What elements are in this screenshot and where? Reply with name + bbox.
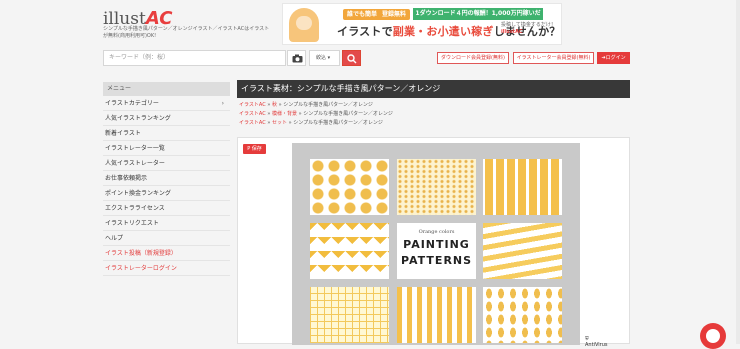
sidebar-item-login[interactable]: イラストレーターログイン bbox=[103, 261, 230, 276]
sidebar-item-illustrators[interactable]: イラストレーター一覧 bbox=[103, 141, 230, 156]
breadcrumb: イラストAC » 模様・背景 » シンプルな手描き風パターン／オレンジ bbox=[239, 111, 393, 117]
menu-heading: メニュー bbox=[103, 82, 230, 96]
camera-icon bbox=[292, 54, 303, 63]
sidebar-item-category[interactable]: イラストカテゴリー › bbox=[103, 96, 230, 111]
tagline: シンプルな手描き風パターン／オレンジイラスト／イラストACはイラスト が無料(商用… bbox=[103, 26, 270, 39]
sidebar-item-request[interactable]: イラストリクエスト bbox=[103, 216, 230, 231]
breadcrumb: イラストAC » 秋 » シンプルな手描き風パターン／オレンジ bbox=[239, 102, 373, 108]
antivirus-badge: ⛨ AntiVirus bbox=[585, 336, 608, 348]
save-button[interactable]: P 保存 bbox=[243, 144, 266, 154]
filter-select[interactable]: 絞込 ▾ bbox=[309, 50, 340, 66]
scrollbar[interactable] bbox=[736, 0, 740, 344]
art-title-line2: PATTERNS bbox=[400, 254, 473, 267]
pattern-tile bbox=[483, 287, 562, 343]
login-button[interactable]: ➜ログイン bbox=[597, 52, 630, 64]
breadcrumb-link[interactable]: イラストAC bbox=[239, 102, 266, 108]
banner-pill-easy: 誰でも簡単 bbox=[343, 9, 382, 20]
illustration-card: P 保存 Orange colors PAINTING PATTERNS ⛨ A… bbox=[237, 137, 630, 348]
breadcrumb-link[interactable]: イラストAC bbox=[239, 120, 266, 126]
sidebar-menu: メニュー イラストカテゴリー › 人気イラストランキング 新着イラスト イラストレ… bbox=[103, 82, 230, 276]
pattern-tile bbox=[310, 223, 389, 279]
download-signup-button[interactable]: ダウンロード会員登録(無料) bbox=[437, 52, 509, 64]
ad-banner[interactable]: 誰でも簡単 登録無料 1ダウンロード４円の報酬！1,000万円稼いだ人も! イラ… bbox=[282, 3, 562, 45]
sidebar-item-post[interactable]: イラスト投稿（新規登録） bbox=[103, 246, 230, 261]
sidebar-item-popular-illustrators[interactable]: 人気イラストレーター bbox=[103, 156, 230, 171]
art-title-line1: PAINTING bbox=[403, 238, 470, 251]
chevron-right-icon: › bbox=[221, 100, 224, 107]
site-header: illustAC シンプルな手描き風パターン／オレンジイラスト／イラストACはイ… bbox=[0, 0, 740, 72]
pin-icon: P bbox=[247, 146, 251, 152]
breadcrumb-link[interactable]: 秋 bbox=[272, 102, 277, 108]
banner-pill-free: 登録無料 bbox=[378, 9, 411, 20]
pattern-tile bbox=[397, 159, 476, 215]
chat-button[interactable] bbox=[700, 323, 726, 349]
main-content: イラスト素材：シンプルな手描き風パターン／オレンジ イラストAC » 秋 » シ… bbox=[237, 80, 630, 348]
pattern-tile bbox=[397, 287, 476, 343]
breadcrumb-link[interactable]: イラストAC bbox=[239, 111, 266, 117]
sidebar-item-jobs[interactable]: お仕事依頼掲示 bbox=[103, 171, 230, 186]
banner-side-text: 投稿して換金するだけ！ illustAC bbox=[501, 22, 556, 35]
search-icon bbox=[347, 54, 357, 64]
pattern-title-tile: Orange colors PAINTING PATTERNS bbox=[397, 223, 476, 279]
banner-illustration bbox=[289, 8, 319, 42]
breadcrumb-link[interactable]: セット bbox=[272, 120, 287, 126]
pattern-tile bbox=[310, 287, 389, 343]
search-button[interactable] bbox=[342, 50, 361, 66]
sidebar-item-new[interactable]: 新着イラスト bbox=[103, 126, 230, 141]
pattern-tile bbox=[483, 223, 562, 279]
pattern-tile bbox=[483, 159, 562, 215]
sidebar-item-license[interactable]: エクストラライセンス bbox=[103, 201, 230, 216]
camera-search-button[interactable] bbox=[287, 50, 306, 66]
sidebar-item-points[interactable]: ポイント換金ランキング bbox=[103, 186, 230, 201]
creator-signup-button[interactable]: イラストレーター会員登録(無料) bbox=[513, 52, 594, 64]
search-input[interactable]: キーワード（例：桜） bbox=[103, 50, 286, 66]
breadcrumb: イラストAC » セット » シンプルな手描き風パターン／オレンジ bbox=[239, 120, 383, 126]
illustration-preview[interactable]: Orange colors PAINTING PATTERNS ⛨ AntiVi… bbox=[292, 143, 607, 348]
sidebar-item-help[interactable]: ヘルプ bbox=[103, 231, 230, 246]
banner-reward-text: 1ダウンロード４円の報酬！1,000万円稼いだ人も! bbox=[413, 8, 543, 29]
page-title: イラスト素材：シンプルな手描き風パターン／オレンジ bbox=[237, 80, 630, 98]
art-subtitle: Orange colors bbox=[418, 229, 455, 235]
pattern-tile bbox=[310, 159, 389, 215]
sidebar-item-ranking[interactable]: 人気イラストランキング bbox=[103, 111, 230, 126]
breadcrumb-link[interactable]: 模様・背景 bbox=[272, 111, 297, 117]
